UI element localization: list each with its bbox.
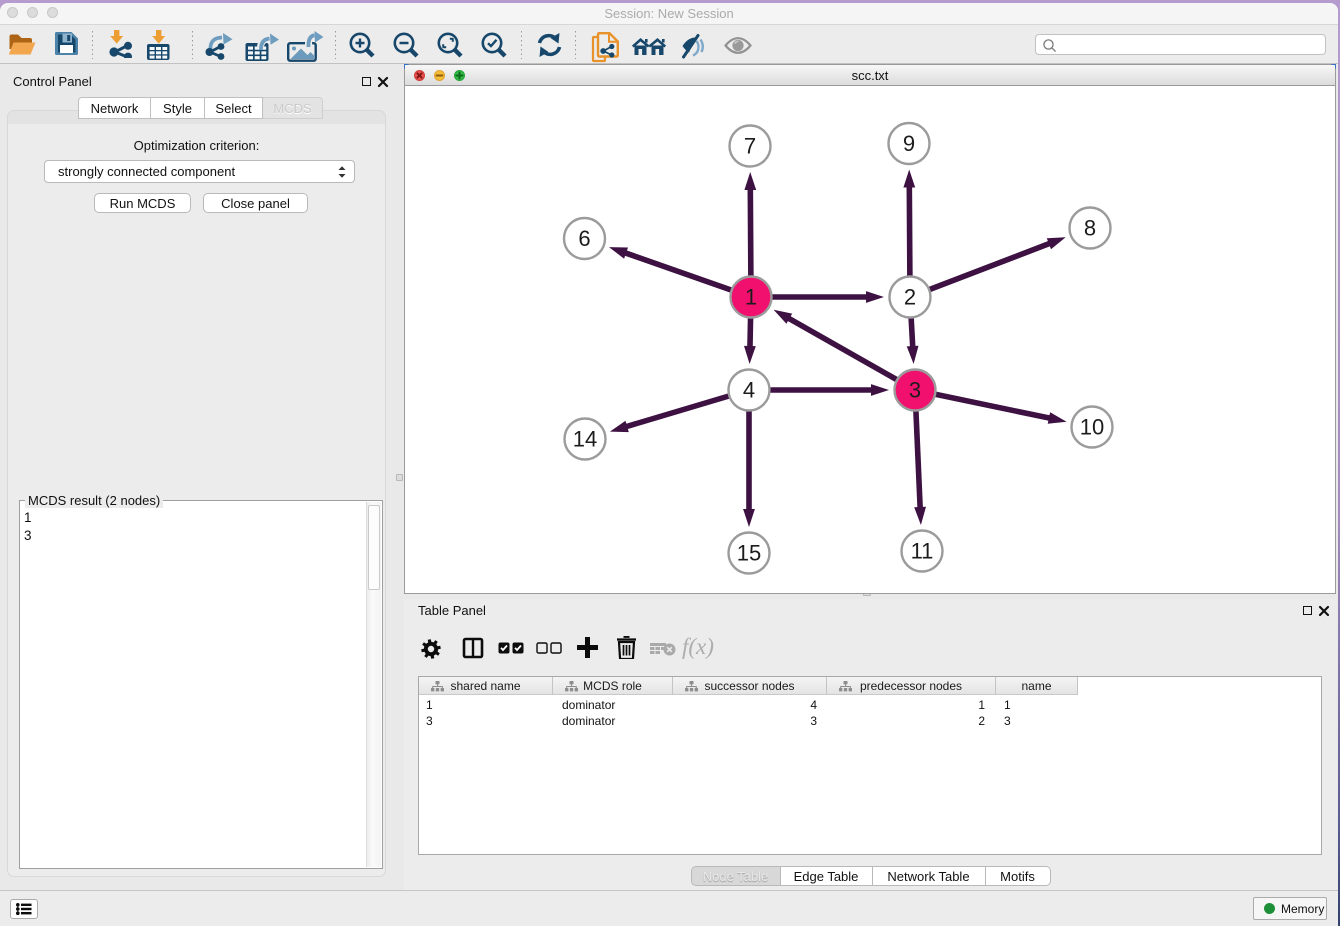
svg-text:6: 6: [578, 226, 590, 251]
svg-text:10: 10: [1080, 415, 1104, 440]
svg-text:4: 4: [743, 378, 755, 403]
svg-text:15: 15: [737, 541, 761, 566]
svg-text:7: 7: [744, 134, 756, 159]
svg-text:9: 9: [903, 131, 915, 156]
svg-text:2: 2: [904, 285, 916, 310]
svg-text:1: 1: [745, 285, 757, 310]
svg-text:11: 11: [911, 539, 934, 564]
svg-text:8: 8: [1084, 216, 1096, 241]
svg-text:3: 3: [909, 378, 921, 403]
svg-text:14: 14: [573, 427, 597, 452]
